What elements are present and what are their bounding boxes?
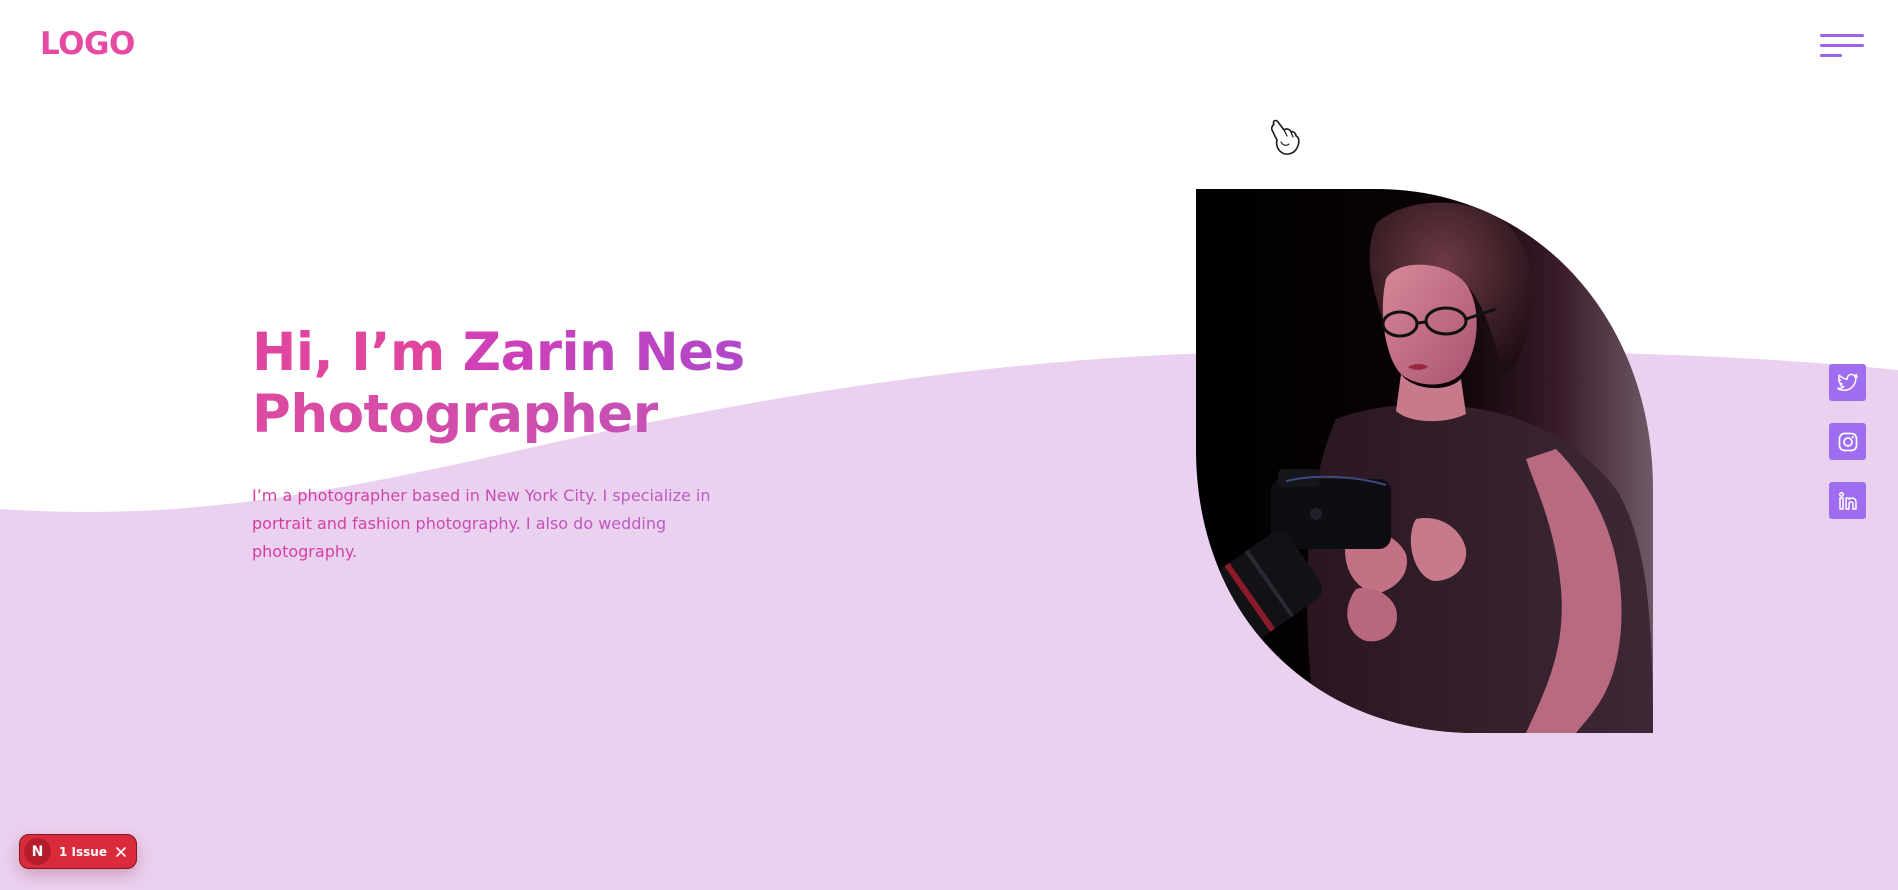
issue-count-label[interactable]: 1 Issue (59, 845, 107, 859)
hero-greeting: Hi, I’m (252, 322, 463, 383)
linkedin-icon (1838, 491, 1857, 510)
logo[interactable]: LOGO (40, 26, 135, 62)
nextjs-logo-icon: N (24, 838, 51, 865)
hero-bio: I’m a photographer based in New York Cit… (252, 482, 712, 566)
instagram-button[interactable] (1829, 423, 1866, 460)
hero-text: Hi, I’m Zarin Nes Photographer I’m a pho… (252, 322, 745, 582)
hero-role: Photographer (252, 384, 659, 445)
close-icon[interactable] (116, 846, 126, 857)
dev-issues-badge[interactable]: N 1 Issue (19, 834, 137, 869)
twitter-icon (1836, 373, 1858, 391)
portrait-photo (1196, 189, 1653, 733)
hamburger-menu-icon[interactable] (1820, 34, 1864, 62)
twitter-button[interactable] (1829, 364, 1866, 401)
hand-cursor-icon (1268, 118, 1302, 162)
hero-name: Zarin Nes (462, 322, 746, 383)
page: LOGO Hi, I’m Zarin Nes Photographer I’m … (0, 0, 1898, 890)
linkedin-button[interactable] (1829, 482, 1866, 519)
hero-headline: Hi, I’m Zarin Nes Photographer (252, 322, 745, 446)
instagram-icon (1838, 432, 1857, 451)
